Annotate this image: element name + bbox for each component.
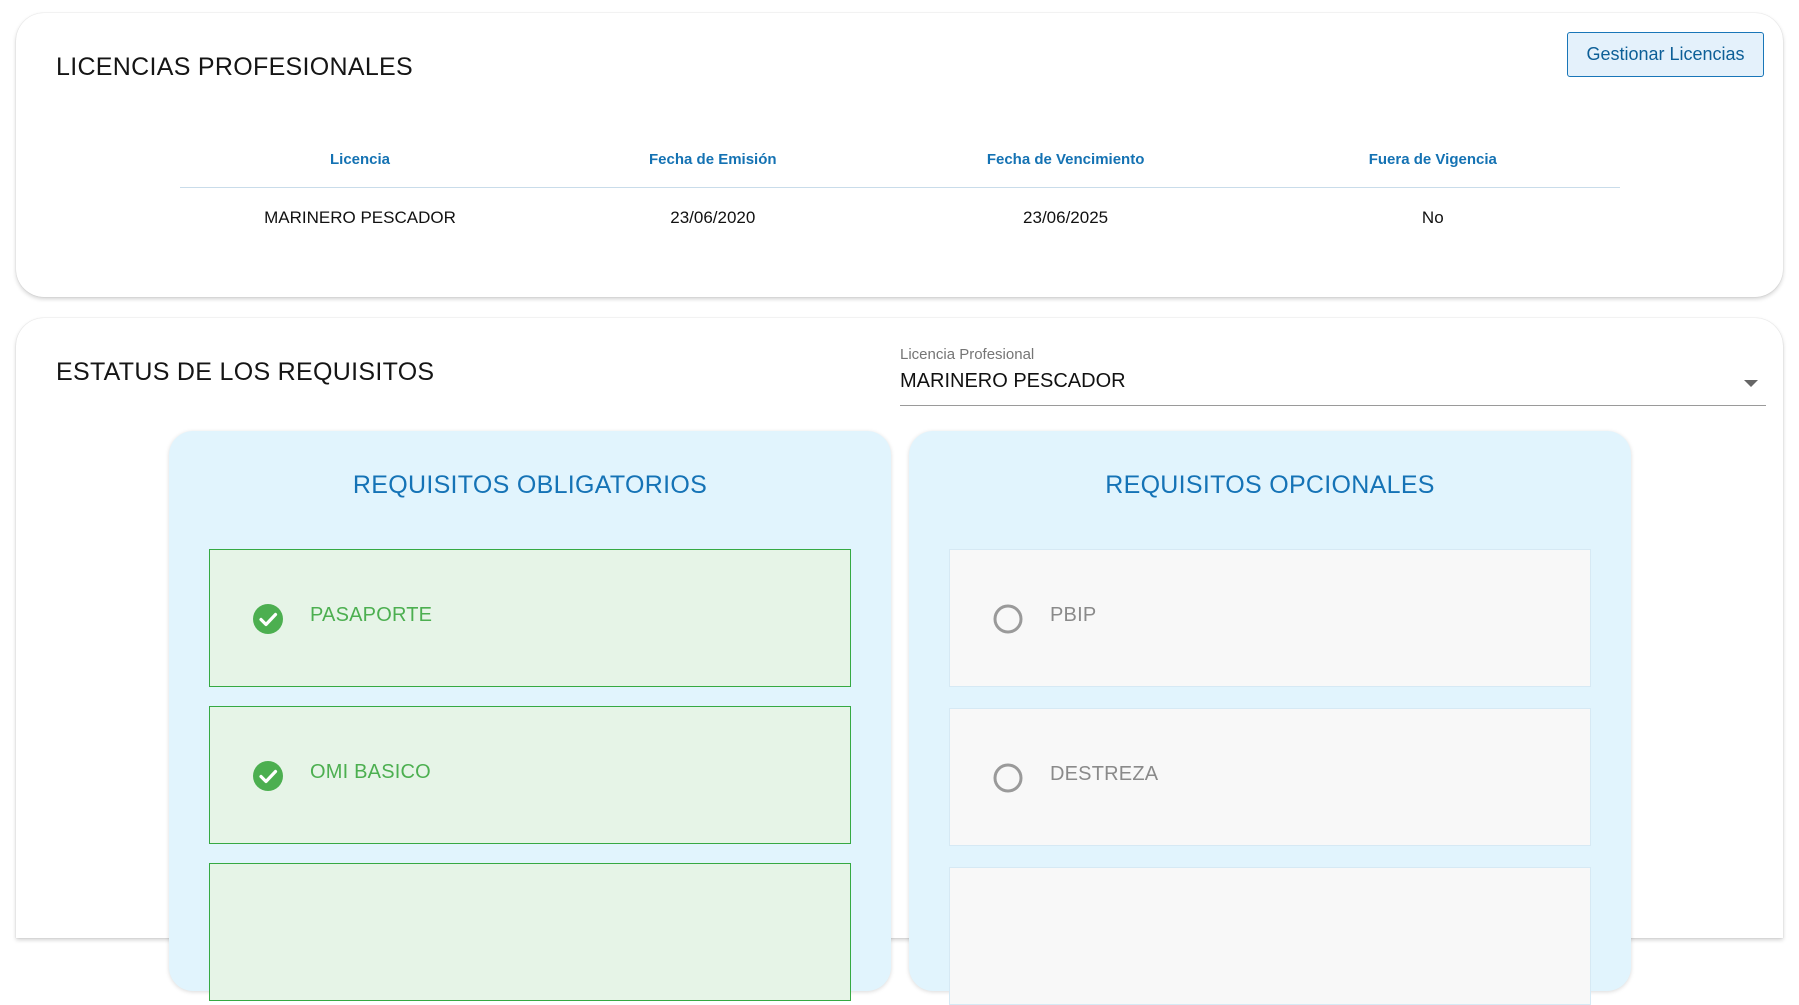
column-header-licencia[interactable]: Licencia: [180, 133, 540, 188]
requisitos-opcionales-title: REQUISITOS OPCIONALES: [1105, 471, 1435, 499]
check-circle-icon: [253, 761, 283, 791]
requisitos-obligatorios-title: REQUISITOS OBLIGATORIOS: [352, 471, 708, 499]
requisito-label: PASAPORTE: [310, 604, 433, 626]
column-header-fuera-vigencia[interactable]: Fuera de Vigencia: [1245, 133, 1620, 188]
cell-fuera-vigencia: No: [1421, 208, 1444, 228]
licencias-table: Licencia Fecha de Emisión Fecha de Venci…: [180, 133, 1620, 249]
cell-fecha-emision: 23/06/2020: [670, 208, 756, 228]
cell-licencia: MARINERO PESCADOR: [264, 208, 456, 228]
requisito-item[interactable]: [209, 863, 851, 1001]
gestionar-licencias-button[interactable]: Gestionar Licencias: [1567, 32, 1764, 77]
dropdown-arrow-icon[interactable]: [1744, 380, 1758, 387]
table-header-row: Licencia Fecha de Emisión Fecha de Venci…: [180, 133, 1620, 188]
licencia-profesional-select[interactable]: Licencia Profesional MARINERO PESCADOR: [900, 346, 1766, 406]
column-header-fecha-emision[interactable]: Fecha de Emisión: [540, 133, 886, 188]
select-label: Licencia Profesional: [900, 346, 1035, 363]
licencias-title: LICENCIAS PROFESIONALES: [56, 53, 413, 81]
empty-circle-icon: [993, 604, 1023, 634]
estatus-card: ESTATUS DE LOS REQUISITOS Licencia Profe…: [16, 318, 1783, 1005]
requisito-item[interactable]: [949, 867, 1591, 1005]
select-value[interactable]: MARINERO PESCADOR: [900, 370, 1126, 393]
requisito-item-pbip[interactable]: PBIP: [949, 549, 1591, 687]
requisito-item-pasaporte[interactable]: PASAPORTE: [209, 549, 851, 687]
requisito-label: DESTREZA: [1050, 763, 1159, 785]
estatus-title: ESTATUS DE LOS REQUISITOS: [56, 358, 435, 386]
column-header-fecha-vencimiento[interactable]: Fecha de Vencimiento: [885, 133, 1246, 188]
requisitos-opcionales-panel: REQUISITOS OPCIONALES PBIP DESTREZA: [909, 431, 1631, 1005]
empty-circle-icon: [993, 763, 1023, 793]
requisito-label: OMI BASICO: [310, 761, 431, 783]
licencias-card: LICENCIAS PROFESIONALES Gestionar Licenc…: [16, 13, 1783, 297]
cell-fecha-vencimiento: 23/06/2025: [1023, 208, 1109, 228]
requisito-item-destreza[interactable]: DESTREZA: [949, 708, 1591, 846]
requisitos-obligatorios-panel: REQUISITOS OBLIGATORIOS PASAPORTE OMI BA…: [169, 431, 891, 1001]
table-row[interactable]: MARINERO PESCADOR 23/06/2020 23/06/2025 …: [180, 187, 1620, 249]
requisito-label: PBIP: [1050, 604, 1097, 626]
check-circle-icon: [253, 604, 283, 634]
requisito-item-omi-basico[interactable]: OMI BASICO: [209, 706, 851, 844]
